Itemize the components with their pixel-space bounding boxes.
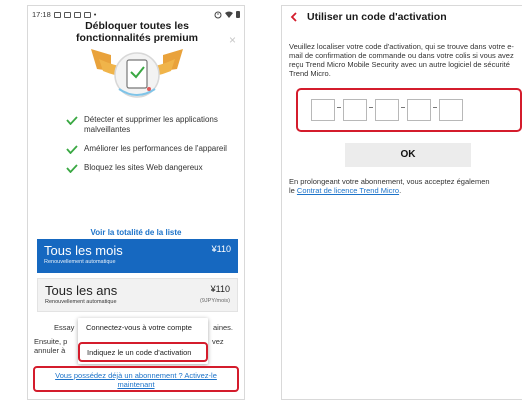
terms-suffix: .	[399, 186, 402, 195]
close-icon[interactable]: ×	[229, 34, 236, 46]
status-dot: •	[93, 10, 97, 19]
background-text: Essay	[54, 323, 75, 332]
feature-text: Bloquez les sites Web dangereux	[84, 163, 203, 172]
left-phone-screen: 17:18 • × Débloquer toutes les fonctionn…	[27, 5, 245, 400]
right-phone-screen: Utiliser un code d'activation Veuillez l…	[281, 5, 522, 400]
terms-line: le Contrat de licence Trend Micro.	[289, 186, 522, 195]
status-bar: 17:18 •	[28, 6, 244, 20]
notification-icon	[73, 11, 81, 18]
plan-monthly-equivalent: (9JPY/mois)	[200, 298, 230, 304]
list-item: Améliorer les performances de l'appareil	[66, 144, 236, 154]
activation-code-group	[296, 88, 522, 132]
activation-code-field[interactable]	[343, 99, 367, 121]
code-separator	[337, 107, 341, 108]
code-separator	[401, 107, 405, 108]
title-line: fonctionnalités premium	[76, 32, 198, 44]
plan-renewal: Renouvellement automatique	[44, 259, 116, 265]
plan-monthly-option[interactable]: Tous les mois Renouvellement automatique…	[37, 239, 238, 273]
premium-badge-icon	[91, 49, 183, 98]
plan-name: Tous les ans	[45, 283, 118, 298]
page-title: Débloquer toutes les fonctionnalités pre…	[58, 20, 216, 44]
status-time: 17:18	[32, 10, 51, 19]
background-text: vez	[212, 337, 224, 346]
list-item: Bloquez les sites Web dangereux	[66, 163, 236, 173]
see-full-list-link[interactable]: Voir la totalité de la liste	[28, 228, 244, 237]
plan-price: ¥110	[211, 244, 231, 254]
activation-code-field[interactable]	[311, 99, 335, 121]
activation-code-field[interactable]	[439, 99, 463, 121]
ok-button[interactable]: OK	[345, 143, 471, 167]
check-icon	[66, 145, 78, 154]
activation-code-field[interactable]	[375, 99, 399, 121]
list-item: Détecter et supprimer les applications m…	[66, 115, 236, 135]
background-text: annuler à	[34, 346, 66, 355]
menu-item-enter-activation-code[interactable]: Indiquez le un code d'activation	[78, 342, 208, 362]
code-separator	[369, 107, 373, 108]
overflow-menu: Connectez-vous à votre compte Indiquez l…	[78, 318, 208, 364]
background-text: aines.	[213, 323, 234, 332]
check-icon	[66, 164, 78, 173]
plan-yearly-option[interactable]: Tous les ans Renouvellement automatique …	[37, 278, 238, 312]
feature-text: Détecter et supprimer les applications m…	[84, 115, 218, 134]
check-icon	[66, 116, 78, 125]
wifi-icon	[225, 11, 233, 18]
feature-text: Améliorer les performances de l'appareil	[84, 144, 227, 153]
notification-icon	[53, 11, 61, 18]
alarm-icon	[214, 11, 222, 18]
title-line: Débloquer toutes les	[85, 20, 189, 32]
menu-item-connect-account[interactable]: Connectez-vous à votre compte	[86, 323, 192, 332]
instructions-text: Veuillez localiser votre code d'activati…	[289, 42, 514, 78]
terms-le: le	[289, 186, 297, 195]
code-separator	[433, 107, 437, 108]
existing-subscription-link[interactable]: Vous possédez déjà un abonnement ? Activ…	[33, 366, 239, 392]
notification-icon	[83, 11, 91, 18]
back-arrow-icon[interactable]	[289, 12, 299, 22]
page-title: Utiliser un code d'activation	[307, 11, 447, 23]
notification-icon	[63, 11, 71, 18]
terms-line: En prolongeant votre abonnement, vous ac…	[289, 177, 490, 186]
feature-list: Détecter et supprimer les applications m…	[66, 115, 236, 182]
activation-code-field[interactable]	[407, 99, 431, 121]
plan-price: ¥110	[210, 284, 230, 294]
background-text: Ensuite, p	[34, 337, 68, 346]
plan-name: Tous les mois	[44, 243, 123, 258]
battery-icon	[236, 11, 240, 18]
license-agreement-link[interactable]: Contrat de licence Trend Micro	[297, 186, 399, 195]
terms-text: En prolongeant votre abonnement, vous ac…	[289, 177, 522, 195]
